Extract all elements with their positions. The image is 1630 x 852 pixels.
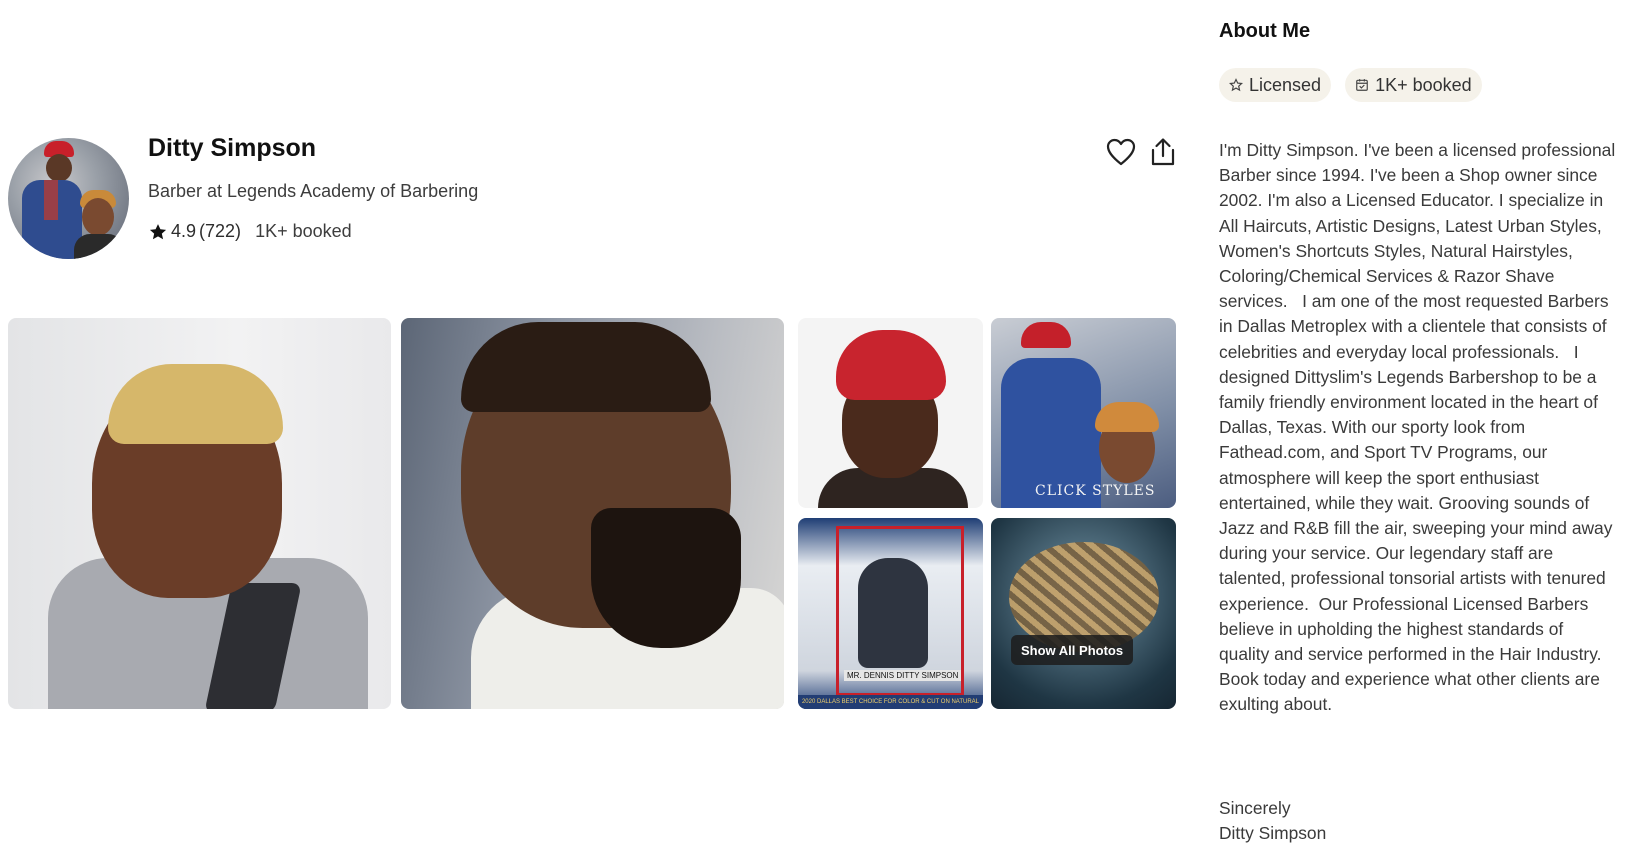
photo-hair: [461, 322, 711, 412]
photo-hair: [108, 364, 283, 444]
review-count[interactable]: (722): [199, 221, 241, 242]
badge-label: 1K+ booked: [1375, 74, 1472, 95]
avatar-barber-face: [46, 154, 72, 182]
photo-hair: [1095, 402, 1159, 432]
badge-list: Licensed 1K+ booked: [1219, 68, 1482, 102]
signoff-block: Sincerely Ditty Simpson: [1219, 796, 1326, 846]
photo-red-hair: [836, 330, 946, 400]
avatar[interactable]: [8, 138, 129, 259]
signature: Ditty Simpson: [1219, 823, 1327, 844]
share-icon: [1151, 138, 1175, 166]
about-title: About Me: [1219, 20, 1311, 42]
gallery-photo-2[interactable]: [401, 318, 784, 709]
rating-row: 4.9 (722) 1K+ booked: [148, 221, 352, 242]
star-outline-icon: [1229, 78, 1243, 92]
photo-hat: [1021, 322, 1071, 348]
calendar-icon: [1356, 79, 1368, 91]
gallery-photo-6[interactable]: [991, 518, 1176, 709]
avatar-barber-suit: [22, 180, 82, 259]
profile-subtitle[interactable]: Barber at Legends Academy of Barbering: [148, 181, 478, 202]
profile-name: Ditty Simpson: [148, 134, 317, 162]
heart-icon: [1106, 138, 1136, 166]
badge-booked: 1K+ booked: [1345, 68, 1482, 102]
badge-label: Licensed: [1249, 74, 1322, 95]
signoff: Sincerely: [1219, 798, 1291, 818]
photo-caption: CLICK STYLES: [1035, 483, 1156, 499]
share-button[interactable]: [1148, 136, 1178, 168]
gallery-photo-1[interactable]: [8, 318, 391, 709]
avatar-client-body: [74, 234, 124, 259]
photo-caption: MR. DENNIS DITTY SIMPSON: [844, 670, 962, 681]
about-bio: I'm Ditty Simpson. I've been a licensed …: [1219, 140, 1621, 715]
profile-actions: [1106, 136, 1178, 168]
gallery-photo-3[interactable]: [798, 318, 983, 508]
barber-profile-page: Ditty Simpson Barber at Legends Academy …: [0, 0, 1630, 852]
badge-licensed: Licensed: [1219, 68, 1332, 102]
star-icon: [149, 223, 167, 239]
rating-score: 4.9: [171, 221, 197, 241]
photo-figure: [858, 558, 928, 668]
booked-count: 1K+ booked: [255, 221, 352, 241]
show-all-photos-button[interactable]: Show All Photos: [1011, 635, 1134, 665]
avatar-client-face: [82, 198, 114, 236]
gallery-photo-4[interactable]: CLICK STYLES: [991, 318, 1176, 508]
favorite-button[interactable]: [1106, 136, 1136, 168]
gallery-photo-5[interactable]: MR. DENNIS DITTY SIMPSON 2020 DALLAS BES…: [798, 518, 983, 709]
photo-footer: 2020 DALLAS BEST CHOICE FOR COLOR & CUT …: [798, 695, 983, 709]
photo-beard: [591, 508, 741, 648]
